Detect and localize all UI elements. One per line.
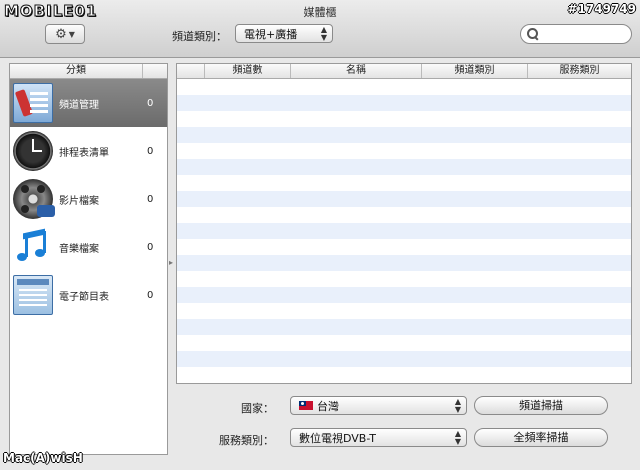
gear-icon: ⚙ xyxy=(55,26,67,42)
table-row[interactable] xyxy=(177,175,631,191)
program-guide-icon xyxy=(13,275,53,315)
sidebar-header-category[interactable]: 分類 xyxy=(10,64,143,78)
table-row[interactable] xyxy=(177,143,631,159)
search-input[interactable] xyxy=(543,27,631,41)
updown-arrows-icon: ▲ ▼ xyxy=(454,429,461,446)
table-row[interactable] xyxy=(177,191,631,207)
table-row[interactable] xyxy=(177,111,631,127)
table-row[interactable] xyxy=(177,271,631,287)
search-icon xyxy=(527,28,539,40)
sidebar-item-channel-manager[interactable]: 頻道管理 0 xyxy=(10,79,167,127)
sidebar-item-count: 0 xyxy=(147,289,154,301)
splitter-handle-icon[interactable]: ▸ xyxy=(169,258,173,267)
sidebar-item-count: 0 xyxy=(147,145,154,157)
service-type-select[interactable]: 數位電視DVB-T ▲ ▼ xyxy=(290,428,467,447)
table-row[interactable] xyxy=(177,319,631,335)
channel-type-value: 電視+廣播 xyxy=(244,27,298,41)
window-title: 媒體櫃 xyxy=(303,6,337,19)
column-header-name[interactable]: 名稱 xyxy=(291,64,422,78)
category-sidebar: 分類 頻道管理 0 排程表清單 0 影片檔案 0 音樂檔案 0 電子節目表 0 xyxy=(9,63,168,455)
channel-manager-icon xyxy=(13,83,53,123)
schedule-clock-icon xyxy=(13,131,53,171)
watermark-id: #1749749 xyxy=(567,2,636,16)
table-row[interactable] xyxy=(177,95,631,111)
column-header-service-type[interactable]: 服務類別 xyxy=(528,64,631,78)
table-row[interactable] xyxy=(177,287,631,303)
table-row[interactable] xyxy=(177,303,631,319)
channel-table: 頻道數 名稱 頻道類別 服務類別 xyxy=(176,63,632,384)
column-header-channel-type[interactable]: 頻道類別 xyxy=(422,64,528,78)
sidebar-item-count: 0 xyxy=(147,241,154,253)
service-type-value: 數位電視DVB-T xyxy=(299,431,377,445)
sidebar-item-count: 0 xyxy=(147,97,154,109)
music-note-icon xyxy=(13,227,53,267)
channel-type-label: 頻道類別： xyxy=(172,30,227,43)
country-select[interactable]: 台灣 ▲ ▼ xyxy=(290,396,467,415)
sidebar-item-label: 頻道管理 xyxy=(59,99,99,111)
table-header: 頻道數 名稱 頻道類別 服務類別 xyxy=(177,64,631,79)
table-row[interactable] xyxy=(177,79,631,95)
sidebar-item-label: 電子節目表 xyxy=(59,291,109,303)
table-row[interactable] xyxy=(177,335,631,351)
sidebar-item-music-files[interactable]: 音樂檔案 0 xyxy=(10,223,167,271)
sidebar-item-label: 音樂檔案 xyxy=(59,243,99,255)
sidebar-item-label: 排程表清單 xyxy=(59,147,109,159)
service-type-label: 服務類別： xyxy=(219,434,274,447)
sidebar-item-video-files[interactable]: 影片檔案 0 xyxy=(10,175,167,223)
table-body xyxy=(177,79,631,383)
sidebar-header: 分類 xyxy=(10,64,167,79)
table-row[interactable] xyxy=(177,159,631,175)
table-row[interactable] xyxy=(177,223,631,239)
channel-scan-button[interactable]: 頻道掃描 xyxy=(474,396,608,415)
updown-arrows-icon: ▲ ▼ xyxy=(454,397,461,414)
table-row[interactable] xyxy=(177,367,631,383)
film-reel-icon xyxy=(13,179,55,219)
table-row[interactable] xyxy=(177,255,631,271)
chevron-down-icon: ▼ xyxy=(68,29,75,39)
sidebar-item-schedule-list[interactable]: 排程表清單 0 xyxy=(10,127,167,175)
table-row[interactable] xyxy=(177,127,631,143)
channel-type-select[interactable]: 電視+廣播 ▲ ▼ xyxy=(235,24,333,43)
full-frequency-scan-button[interactable]: 全頻率掃描 xyxy=(474,428,608,447)
country-label: 國家： xyxy=(241,402,274,415)
table-row[interactable] xyxy=(177,239,631,255)
action-menu-button[interactable]: ⚙ ▼ xyxy=(45,24,85,44)
sidebar-item-label: 影片檔案 xyxy=(59,195,99,207)
title-bar: MOBILE01 媒體櫃 #1749749 ⚙ ▼ 頻道類別： 電視+廣播 ▲ ▼ xyxy=(0,0,640,58)
sidebar-item-program-guide[interactable]: 電子節目表 0 xyxy=(10,271,167,319)
country-value: 台灣 xyxy=(317,399,339,413)
updown-arrows-icon: ▲ ▼ xyxy=(320,25,327,42)
sidebar-item-count: 0 xyxy=(147,193,154,205)
search-field[interactable] xyxy=(520,24,632,44)
table-row[interactable] xyxy=(177,351,631,367)
macawish-logo: Mac(A)wisH xyxy=(3,451,83,465)
column-header-channel-number[interactable]: 頻道數 xyxy=(205,64,291,78)
taiwan-flag-icon xyxy=(299,401,313,410)
column-header-blank[interactable] xyxy=(177,64,205,78)
table-row[interactable] xyxy=(177,207,631,223)
